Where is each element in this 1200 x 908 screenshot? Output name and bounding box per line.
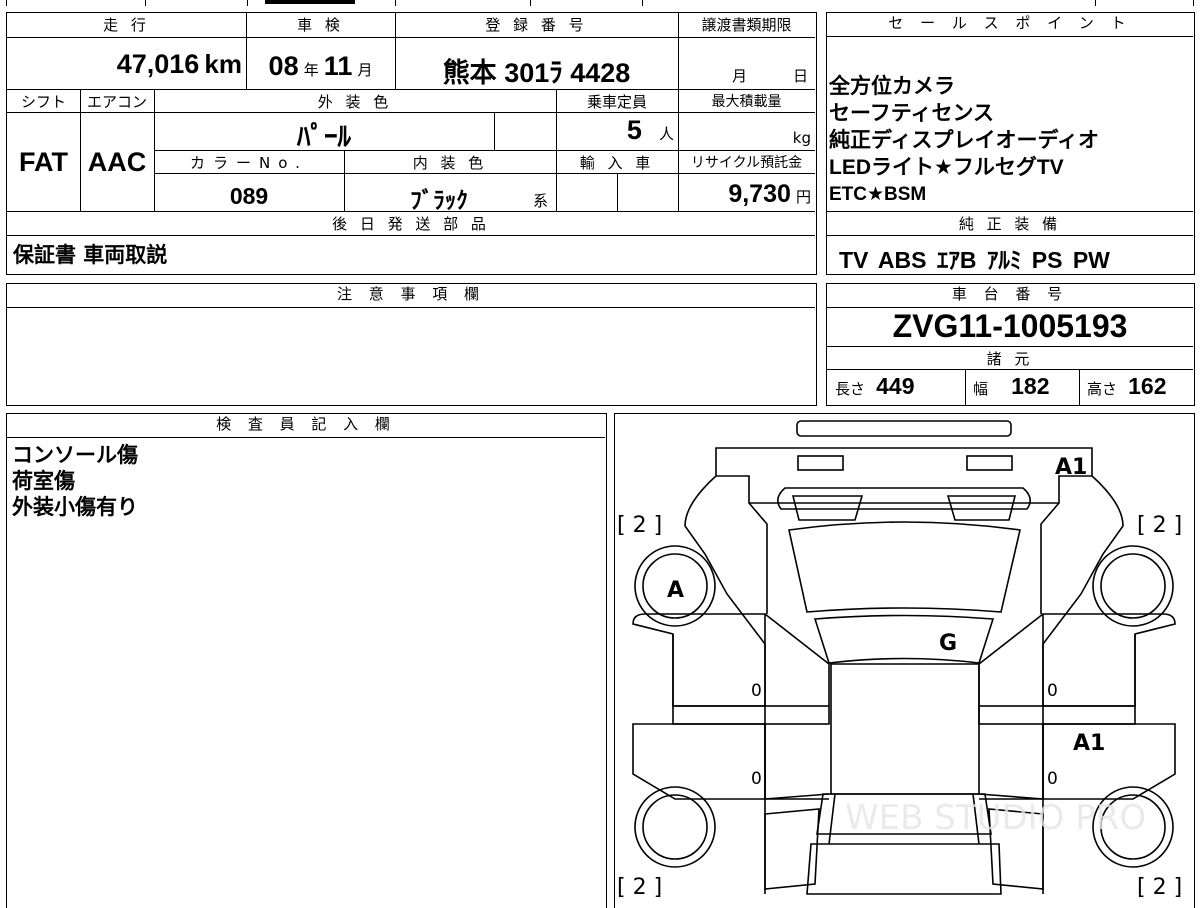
sales-points-list: 全方位カメラ セーフティセンス 純正ディスプレイオーディオ LEDライト★フルセ… (829, 73, 1099, 208)
interior-color-label: 内 装 色 (412, 154, 488, 172)
door-front-right (1042, 613, 1176, 707)
width-spec: 幅 182 (973, 373, 1050, 399)
inspection-value: 08 年 11 月 (268, 51, 373, 81)
inspector-panel: 検 査 員 記 入 欄 コンソール傷 荷室傷 外装小傷有り (6, 413, 607, 908)
length-spec: 長さ 449 (835, 373, 915, 399)
sales-point-line: 全方位カメラ (829, 74, 955, 98)
zero-left-1: 0 (751, 681, 762, 701)
vehicle-info-table: 走 行 車 検 登 録 番 号 譲渡書類期限 47,016 km 08 年 11… (6, 12, 817, 275)
max-load-unit: kg (792, 129, 811, 147)
transfer-month-unit: 月 (732, 67, 748, 85)
genuine-equipment-value: TV ABS ｴｱB ｱﾙﾐ PS PW (839, 247, 1110, 273)
interior-color-suffix: 系 (533, 192, 549, 210)
specs-label: 諸 元 (986, 350, 1034, 368)
sales-point-line: ETC★BSM (829, 184, 927, 205)
top-cutoff-strip (0, 0, 1200, 6)
inspector-notes: コンソール傷 荷室傷 外装小傷有り (12, 442, 138, 520)
capacity-value: 5 人 (626, 115, 674, 145)
aircon-value: AAC (87, 147, 147, 177)
chassis-panel: 車 台 番 号 ZVG11-1005193 諸 元 長さ 449 幅 182 高… (826, 283, 1195, 406)
mileage-unit: km (204, 49, 242, 79)
max-load-label: 最大積載量 (711, 94, 782, 110)
tire-br: [ 2 ] (1137, 875, 1182, 900)
sales-points-panel: セ ー ル ス ポ イ ン ト 全方位カメラ セーフティセンス 純正ディスプレイ… (826, 12, 1195, 275)
inspector-note-line: 荷室傷 (12, 469, 75, 493)
height-spec: 高さ 162 (1087, 373, 1167, 399)
later-parts-label: 後 日 発 送 部 品 (332, 215, 490, 233)
chassis-label: 車 台 番 号 (827, 284, 1193, 308)
hood (777, 487, 1031, 510)
inspector-note-line: コンソール傷 (12, 443, 138, 467)
sales-point-line: セーフティセンス (829, 101, 995, 125)
front-bumper (796, 420, 1012, 437)
color-no-value: 089 (229, 183, 269, 209)
mark-a1-right: A1 (1073, 731, 1105, 756)
aircon-label: エアコン (86, 93, 147, 111)
zero-right-1: 0 (1047, 681, 1058, 701)
front-panel (715, 447, 1093, 504)
caution-panel: 注 意 事 項 欄 (6, 283, 817, 406)
headlight-right (966, 455, 1013, 471)
chassis-number: ZVG11-1005193 (892, 308, 1128, 344)
car-diagram: A1 A1 A G [ 2 ] [ 2 ] [ 2 ] [ 2 ] 0 0 0 … (617, 420, 1182, 900)
transfer-deadline-label: 譲渡書類期限 (701, 16, 792, 34)
windshield (788, 521, 1021, 613)
recycle-label: リサイクル預託金 (690, 155, 803, 171)
car-diagram-panel: A1 A1 A G [ 2 ] [ 2 ] [ 2 ] [ 2 ] 0 0 0 … (614, 413, 1195, 908)
import-label: 輸 入 車 (579, 154, 655, 172)
door-sill-left (672, 705, 830, 725)
mark-a1-top: A1 (1055, 455, 1087, 480)
zero-right-2: 0 (1047, 769, 1058, 789)
later-parts-value: 保証書 車両取説 (13, 243, 168, 267)
tire-bl: [ 2 ] (617, 875, 662, 900)
registration-label: 登 録 番 号 (485, 16, 588, 34)
exterior-color-label: 外 装 色 (317, 93, 393, 111)
cabin (830, 663, 980, 795)
mark-g-windshield: G (939, 631, 957, 656)
door-rear-left (632, 723, 766, 800)
caution-label: 注 意 事 項 欄 (7, 284, 815, 308)
recycle-value: 9,730 円 (728, 180, 811, 208)
headlight-left (797, 455, 844, 471)
mileage-value: 47,016 km (116, 49, 242, 79)
inspector-label: 検 査 員 記 入 欄 (7, 414, 605, 438)
inspection-label: 車 検 (297, 16, 344, 34)
shift-value: FAT (19, 147, 68, 177)
door-rear-right (1042, 723, 1176, 800)
exterior-color-value: ﾊﾟｰﾙ (297, 122, 351, 152)
tire-tl: [ 2 ] (617, 513, 662, 538)
capacity-label: 乗車定員 (586, 93, 647, 111)
interior-color-value: ﾌﾞﾗｯｸ (410, 187, 468, 213)
roof (813, 614, 995, 664)
color-no-label: カラーNo. (190, 154, 308, 172)
mileage-label: 走 行 (103, 16, 150, 34)
mark-a-wheel: A (667, 578, 684, 603)
sales-point-line: 純正ディスプレイオーディオ (829, 128, 1100, 152)
shift-label: シフト (20, 93, 66, 111)
sales-points-label: セ ー ル ス ポ イ ン ト (827, 13, 1193, 37)
genuine-equipment-label: 純 正 装 備 (958, 215, 1062, 233)
transfer-day-unit: 日 (793, 67, 809, 85)
watermark: WEB STUDIO PRO (845, 798, 1146, 838)
door-front-left (632, 613, 766, 707)
registration-value: 熊本 301ﾗ 4428 (442, 58, 631, 88)
inspector-note-line: 外装小傷有り (12, 495, 138, 519)
sales-point-line: LEDライト★フルセグTV (829, 156, 1064, 179)
tire-tr: [ 2 ] (1137, 513, 1182, 538)
door-sill-right (978, 705, 1136, 725)
zero-left-2: 0 (751, 769, 762, 789)
